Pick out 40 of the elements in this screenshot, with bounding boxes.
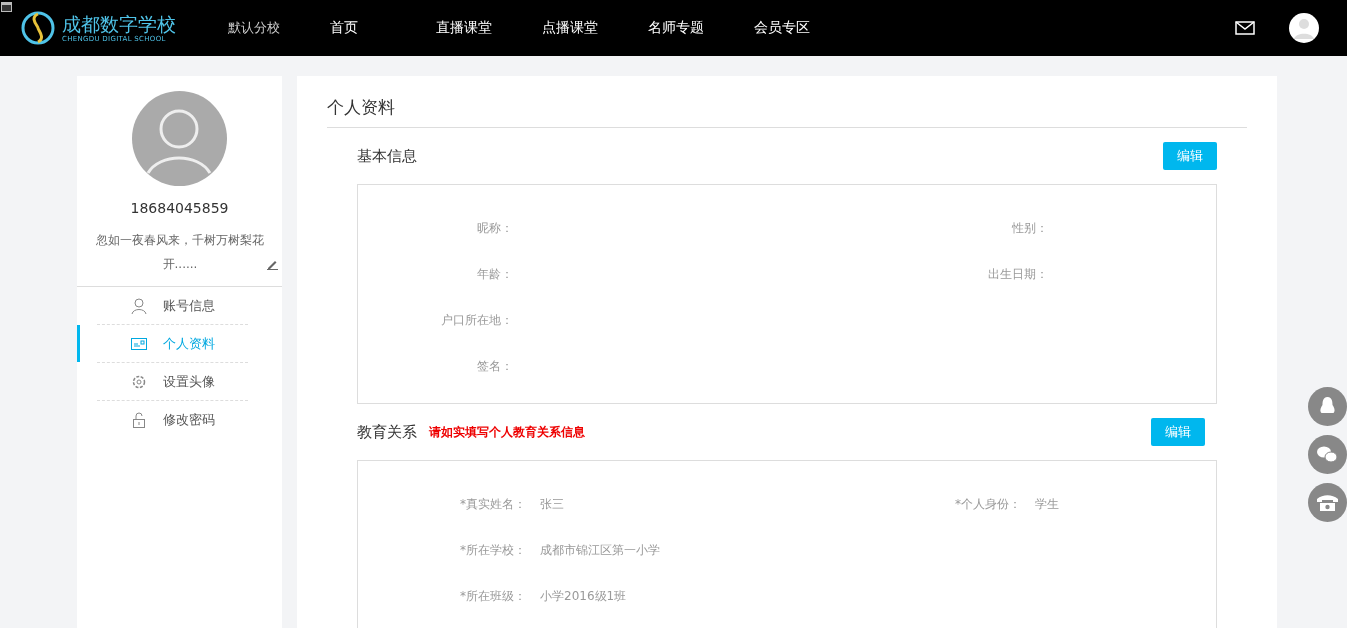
- nav-link[interactable]: 直播课堂: [436, 19, 542, 37]
- username: 18684045859: [130, 200, 229, 216]
- field-value: 张三: [539, 495, 565, 513]
- account-icon: [131, 297, 147, 314]
- field-value: 学生: [1034, 495, 1060, 513]
- menu-item[interactable]: 修改密码: [97, 401, 248, 438]
- field-label: *所在班级：: [459, 587, 526, 605]
- password-icon: [131, 411, 147, 428]
- notice-text: 请如实填写个人教育关系信息: [429, 423, 585, 441]
- menu-item[interactable]: 账号信息: [97, 287, 248, 325]
- section-title: 基本信息: [357, 146, 417, 166]
- field-label: *真实姓名：: [459, 495, 526, 513]
- field-label: 性别：: [1011, 219, 1048, 237]
- nav-link[interactable]: 首页: [330, 19, 436, 37]
- field-label: *所在学校：: [459, 541, 526, 559]
- page-title: 个人资料: [327, 76, 1247, 128]
- field-label: 出生日期：: [987, 265, 1048, 283]
- section-title: 教育关系: [357, 422, 417, 442]
- mail-icon[interactable]: [1235, 21, 1255, 35]
- field-label: 昵称：: [476, 219, 513, 237]
- logo-title: 成都数字学校: [62, 13, 176, 35]
- nav-link[interactable]: 会员专区: [754, 19, 860, 37]
- telephone-icon[interactable]: [1308, 483, 1347, 522]
- field-value: 小学2016级1班: [539, 587, 628, 605]
- field-label: 签名：: [476, 357, 513, 375]
- window-icon: [1, 2, 12, 12]
- nav-link[interactable]: 名师专题: [648, 19, 754, 37]
- logo-icon: [20, 10, 56, 46]
- penguin-icon[interactable]: [1308, 387, 1347, 426]
- profile-icon: [131, 335, 147, 352]
- field-label: 年龄：: [476, 265, 513, 283]
- chat-bubbles-icon[interactable]: [1308, 435, 1347, 474]
- nav-link[interactable]: 点播课堂: [542, 19, 648, 37]
- signature-text: 忽如一夜春风来，千树万树梨花开......: [95, 232, 265, 273]
- field-label: 户口所在地：: [440, 311, 513, 329]
- field-value: 成都市锦江区第一小学: [539, 541, 661, 559]
- field-label: *个人身份：: [954, 495, 1021, 513]
- pencil-icon[interactable]: [267, 259, 278, 270]
- menu-item[interactable]: 设置头像: [97, 363, 248, 401]
- branch-link[interactable]: 默认分校: [228, 19, 280, 37]
